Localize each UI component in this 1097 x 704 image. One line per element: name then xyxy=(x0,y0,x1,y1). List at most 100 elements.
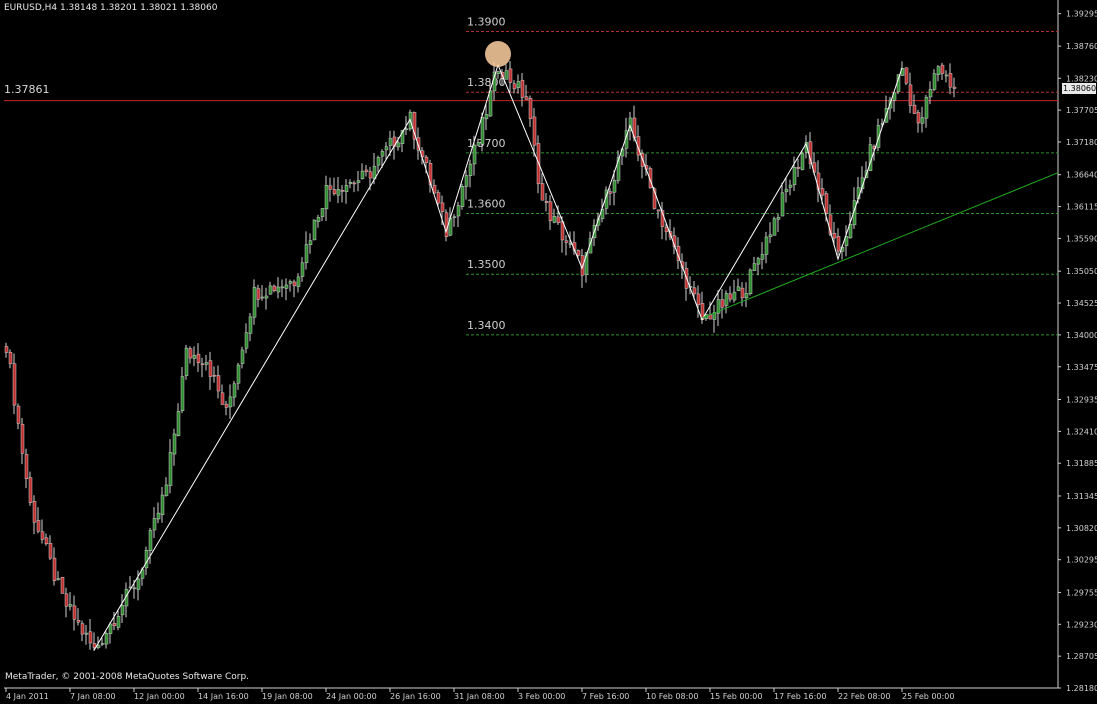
candle-body xyxy=(348,182,353,185)
candle-body xyxy=(768,234,773,238)
candle-body xyxy=(920,117,925,124)
candle-body xyxy=(8,351,13,364)
candle-body xyxy=(152,518,157,531)
candle-body xyxy=(468,163,473,176)
time-tick-label: 4 Jan 2011 xyxy=(6,692,49,701)
candle-body xyxy=(252,286,257,318)
candle-body xyxy=(612,179,617,193)
candle-body xyxy=(296,276,301,287)
candle-body xyxy=(540,183,545,201)
candle-body xyxy=(116,616,121,628)
candle-body xyxy=(328,185,333,190)
price-chart[interactable]: 1.39295 1.38760 1.38230 1.37705 1.37180 1.366… xyxy=(0,0,1097,704)
candle-body xyxy=(244,332,249,349)
time-tick-label: 7 Jan 08:00 xyxy=(70,692,116,701)
candle-body xyxy=(236,364,241,384)
candle-body xyxy=(144,550,149,569)
candle-body xyxy=(188,348,193,359)
time-tick-label: 7 Feb 16:00 xyxy=(582,692,629,701)
candle-body xyxy=(528,97,533,119)
candle-body xyxy=(456,205,461,217)
candle-body xyxy=(368,171,373,179)
candle-body xyxy=(172,433,177,455)
candle-body xyxy=(132,587,137,590)
candle-body xyxy=(780,192,785,217)
candle-body xyxy=(64,593,69,607)
candle-body xyxy=(48,543,53,559)
price-tick-label: 1.31885 xyxy=(1066,459,1097,468)
price-tick-label: 1.37705 xyxy=(1066,106,1097,115)
fib-level-label: 1.3600 xyxy=(467,198,506,211)
candle-body xyxy=(504,70,509,80)
candle-body xyxy=(936,66,941,75)
time-tick-label: 25 Feb 00:00 xyxy=(902,692,954,701)
candle-body xyxy=(12,363,17,406)
candle-body xyxy=(32,501,37,523)
candle-body xyxy=(404,128,409,131)
candle-body xyxy=(760,254,765,260)
price-tick-label: 1.34000 xyxy=(1066,331,1097,340)
horizontal-line-label: 1.37861 xyxy=(4,83,50,96)
candle-body xyxy=(520,79,525,98)
candle-body xyxy=(508,68,513,83)
current-price-tag: 1.38060 xyxy=(1062,83,1097,94)
candle-body xyxy=(776,216,781,220)
candle-body xyxy=(756,258,761,265)
candle-body xyxy=(608,191,613,194)
candle-body xyxy=(276,286,281,293)
candle-body xyxy=(228,396,233,408)
candle-body xyxy=(344,185,349,193)
candle-body xyxy=(240,349,245,364)
candle-body xyxy=(552,215,557,223)
time-tick-label: 24 Jan 00:00 xyxy=(326,692,377,701)
candle-body xyxy=(916,112,921,124)
price-tick-label: 1.32935 xyxy=(1066,396,1097,405)
time-tick-label: 17 Feb 16:00 xyxy=(774,692,826,701)
candle-body xyxy=(112,623,117,627)
candle-body xyxy=(292,281,297,287)
candle-body xyxy=(284,284,289,289)
price-tick-label: 1.28705 xyxy=(1066,652,1097,661)
price-tick-label: 1.30295 xyxy=(1066,556,1097,565)
candle-body xyxy=(824,193,829,214)
candle-body xyxy=(396,142,401,148)
candle-body xyxy=(272,285,277,292)
candle-body xyxy=(708,314,713,320)
candle-body xyxy=(280,286,285,289)
candle-body xyxy=(496,71,501,74)
candle-body xyxy=(120,605,125,616)
time-tick-label: 19 Jan 08:00 xyxy=(262,692,313,701)
price-tick-label: 1.38760 xyxy=(1066,42,1097,51)
candle-body xyxy=(692,287,697,295)
candle-body xyxy=(732,291,737,301)
candle-body xyxy=(136,578,141,590)
candle-body xyxy=(308,240,313,245)
candle-body xyxy=(156,512,161,520)
candle-body xyxy=(16,405,21,424)
candle-body xyxy=(764,236,769,255)
candle-body xyxy=(516,81,521,88)
support-trendline[interactable] xyxy=(701,172,1059,319)
candle-body xyxy=(784,188,789,193)
candle-body xyxy=(208,360,213,377)
price-tick-label: 1.38230 xyxy=(1066,74,1097,83)
candle-body xyxy=(352,182,357,185)
fib-level-label: 1.3900 xyxy=(467,16,506,29)
candle-body xyxy=(360,170,365,180)
candle-body xyxy=(192,355,197,359)
candle-body xyxy=(384,146,389,151)
copyright-text: MetaTrader, © 2001-2008 MetaQuotes Softw… xyxy=(5,672,250,682)
candle-body xyxy=(84,632,89,635)
candle-body xyxy=(52,557,57,582)
candle-body xyxy=(736,286,741,291)
candle-body xyxy=(724,293,729,306)
candle-body xyxy=(952,86,957,89)
price-tick-label: 1.28180 xyxy=(1066,684,1097,693)
candle-body xyxy=(224,403,229,408)
price-tick-label: 1.33475 xyxy=(1066,363,1097,372)
candle-body xyxy=(924,96,929,119)
candle-body xyxy=(232,383,237,398)
candle-body xyxy=(160,494,165,515)
price-tick-label: 1.35590 xyxy=(1066,234,1097,243)
fib-level-label: 1.3400 xyxy=(467,319,506,332)
